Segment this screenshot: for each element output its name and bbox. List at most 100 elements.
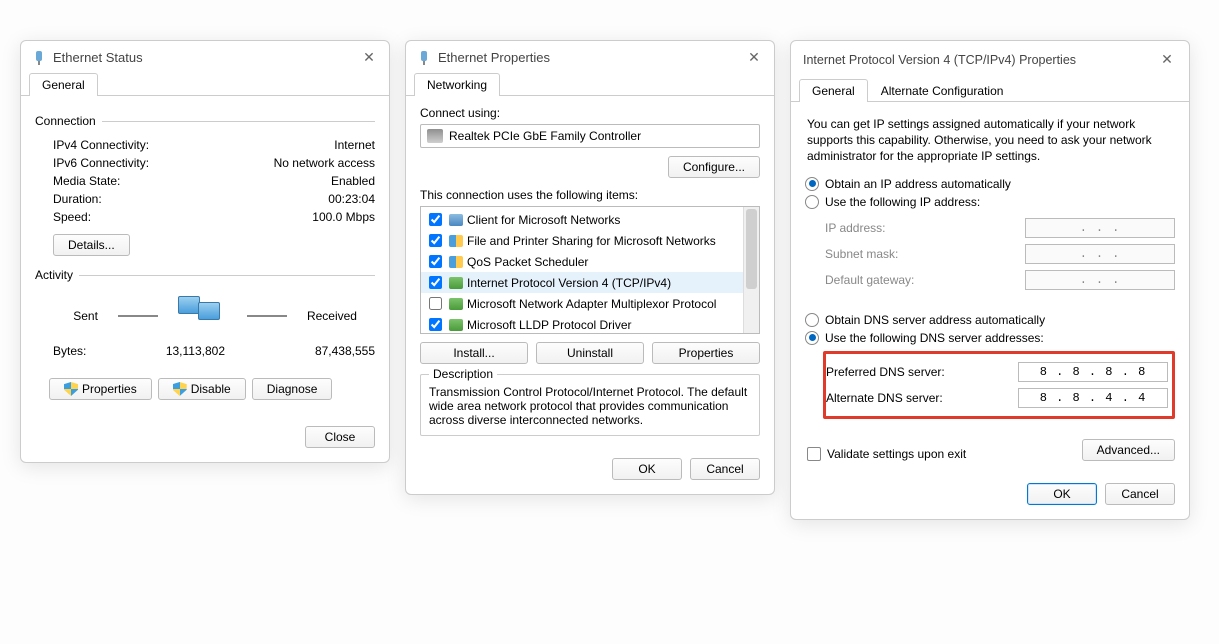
tab-general[interactable]: General <box>799 79 868 102</box>
configure-button[interactable]: Configure... <box>668 156 760 178</box>
validate-checkbox-row[interactable]: Validate settings upon exit <box>805 439 966 461</box>
tabs: Networking <box>406 72 774 96</box>
close-icon[interactable]: ✕ <box>359 49 379 66</box>
media-value: Enabled <box>255 174 375 188</box>
alt-dns-field[interactable]: 8 . 8 . 4 . 4 <box>1018 388 1168 408</box>
details-button[interactable]: Details... <box>53 234 130 256</box>
close-icon[interactable]: ✕ <box>1157 51 1177 68</box>
advanced-button[interactable]: Advanced... <box>1082 439 1175 461</box>
window-title: Internet Protocol Version 4 (TCP/IPv4) P… <box>803 53 1157 67</box>
description-box: Description Transmission Control Protoco… <box>420 374 760 436</box>
duration-label: Duration: <box>53 192 255 206</box>
description-legend: Description <box>429 367 497 381</box>
radio-icon <box>805 313 819 327</box>
radio-icon <box>805 331 819 345</box>
alt-dns-label: Alternate DNS server: <box>826 391 1018 405</box>
tab-general[interactable]: General <box>29 73 98 96</box>
list-item[interactable]: Internet Protocol Version 4 (TCP/IPv4) <box>421 272 759 293</box>
ok-button[interactable]: OK <box>1027 483 1097 505</box>
protocol-icon <box>449 319 463 331</box>
connection-legend: Connection <box>35 114 102 128</box>
ethernet-icon <box>416 50 432 66</box>
radio-dns-auto[interactable]: Obtain DNS server address automatically <box>805 311 1175 329</box>
duration-value: 00:23:04 <box>255 192 375 206</box>
titlebar: Ethernet Properties ✕ <box>406 41 774 72</box>
checkbox[interactable] <box>429 318 442 331</box>
close-icon[interactable]: ✕ <box>744 49 764 66</box>
nic-icon <box>427 129 443 143</box>
list-item[interactable]: File and Printer Sharing for Microsoft N… <box>421 230 759 251</box>
intro-text: You can get IP settings assigned automat… <box>805 112 1175 175</box>
speed-label: Speed: <box>53 210 255 224</box>
diagnose-button[interactable]: Diagnose <box>252 378 333 400</box>
gateway-field: ... <box>1025 270 1175 290</box>
divider <box>247 315 287 317</box>
tabs: General <box>21 72 389 96</box>
checkbox[interactable] <box>429 255 442 268</box>
checkbox-icon <box>807 447 821 461</box>
close-button[interactable]: Close <box>305 426 375 448</box>
bytes-label: Bytes: <box>53 344 135 358</box>
activity-group: Activity Sent Received Bytes: 13,113,802… <box>35 268 375 360</box>
ipv4-label: IPv4 Connectivity: <box>53 138 255 152</box>
pref-dns-field[interactable]: 8 . 8 . 8 . 8 <box>1018 362 1168 382</box>
adapter-field: Realtek PCIe GbE Family Controller <box>420 124 760 148</box>
tab-alternate-config[interactable]: Alternate Configuration <box>868 79 1017 102</box>
client-icon <box>449 214 463 226</box>
window-title: Ethernet Properties <box>438 50 744 65</box>
radio-ip-auto[interactable]: Obtain an IP address automatically <box>805 175 1175 193</box>
computers-icon <box>178 296 226 336</box>
item-properties-button[interactable]: Properties <box>652 342 760 364</box>
protocol-icon <box>449 298 463 310</box>
received-label: Received <box>307 309 357 323</box>
connection-group: Connection IPv4 Connectivity:Internet IP… <box>35 114 375 258</box>
radio-ip-manual[interactable]: Use the following IP address: <box>805 193 1175 211</box>
shield-icon <box>173 382 187 396</box>
ipv6-value: No network access <box>255 156 375 170</box>
tab-networking[interactable]: Networking <box>414 73 500 96</box>
pref-dns-label: Preferred DNS server: <box>826 365 1018 379</box>
properties-button[interactable]: Properties <box>49 378 152 400</box>
description-text: Transmission Control Protocol/Internet P… <box>429 385 751 427</box>
gateway-label: Default gateway: <box>825 273 1025 287</box>
ip-address-field: ... <box>1025 218 1175 238</box>
install-button[interactable]: Install... <box>420 342 528 364</box>
subnet-field: ... <box>1025 244 1175 264</box>
service-icon <box>449 256 463 268</box>
radio-dns-manual[interactable]: Use the following DNS server addresses: <box>805 329 1175 347</box>
service-icon <box>449 235 463 247</box>
list-item[interactable]: Microsoft LLDP Protocol Driver <box>421 314 759 334</box>
list-item[interactable]: QoS Packet Scheduler <box>421 251 759 272</box>
activity-legend: Activity <box>35 268 79 282</box>
window-ethernet-properties: Ethernet Properties ✕ Networking Connect… <box>405 40 775 495</box>
cancel-button[interactable]: Cancel <box>690 458 760 480</box>
tabs: General Alternate Configuration <box>791 78 1189 102</box>
protocol-icon <box>449 277 463 289</box>
radio-icon <box>805 177 819 191</box>
disable-button[interactable]: Disable <box>158 378 246 400</box>
uninstall-button[interactable]: Uninstall <box>536 342 644 364</box>
list-item[interactable]: Client for Microsoft Networks <box>421 209 759 230</box>
checkbox[interactable] <box>429 276 442 289</box>
checkbox[interactable] <box>429 234 442 247</box>
ipv4-value: Internet <box>255 138 375 152</box>
window-title: Ethernet Status <box>53 50 359 65</box>
connect-using-label: Connect using: <box>420 106 760 120</box>
media-label: Media State: <box>53 174 255 188</box>
connection-items-list[interactable]: Client for Microsoft Networks File and P… <box>420 206 760 334</box>
cancel-button[interactable]: Cancel <box>1105 483 1175 505</box>
bytes-received: 87,438,555 <box>285 344 375 358</box>
window-ipv4-properties: Internet Protocol Version 4 (TCP/IPv4) P… <box>790 40 1190 520</box>
window-ethernet-status: Ethernet Status ✕ General Connection IPv… <box>20 40 390 463</box>
ok-button[interactable]: OK <box>612 458 682 480</box>
checkbox[interactable] <box>429 297 442 310</box>
titlebar: Ethernet Status ✕ <box>21 41 389 72</box>
bytes-sent: 13,113,802 <box>135 344 225 358</box>
checkbox[interactable] <box>429 213 442 226</box>
scrollbar[interactable] <box>743 207 759 333</box>
shield-icon <box>64 382 78 396</box>
radio-icon <box>805 195 819 209</box>
dns-highlight-box: Preferred DNS server:8 . 8 . 8 . 8 Alter… <box>823 351 1175 419</box>
ipv6-label: IPv6 Connectivity: <box>53 156 255 170</box>
list-item[interactable]: Microsoft Network Adapter Multiplexor Pr… <box>421 293 759 314</box>
